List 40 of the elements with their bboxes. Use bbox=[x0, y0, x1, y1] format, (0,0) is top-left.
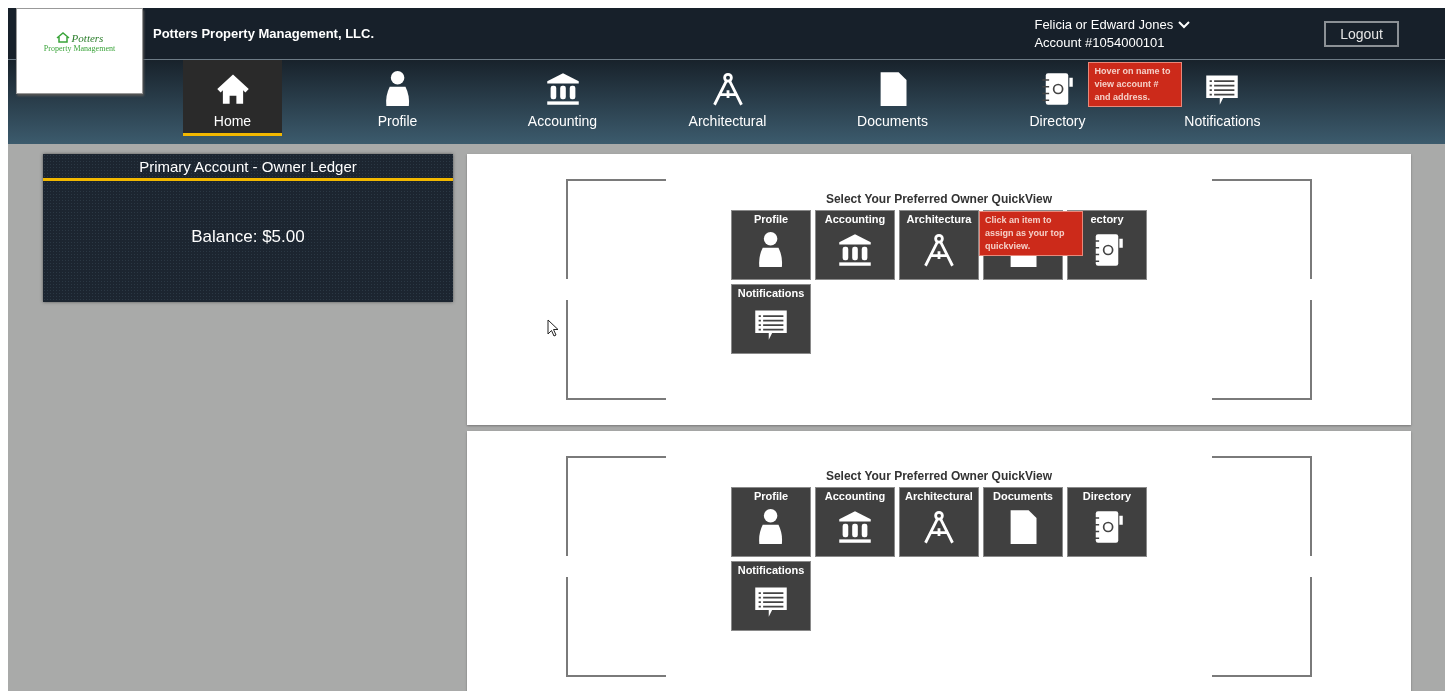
quickview-tile[interactable]: Notifications bbox=[731, 284, 811, 354]
quickview-tile[interactable]: Architectura bbox=[899, 210, 979, 280]
quickview-tile[interactable]: Directory bbox=[1067, 487, 1147, 557]
balance-text: Balance: $5.00 bbox=[190, 227, 306, 247]
address-book-icon bbox=[1039, 71, 1076, 107]
bank-icon bbox=[837, 509, 873, 545]
user-name-menu[interactable]: Felicia or Edward Jones bbox=[1034, 17, 1191, 32]
quickview-tile[interactable]: Profile bbox=[731, 487, 811, 557]
ledger-title: Primary Account - Owner Ledger bbox=[43, 154, 453, 181]
person-icon bbox=[384, 71, 411, 107]
nav-tab[interactable]: Accounting bbox=[527, 60, 598, 136]
person-icon bbox=[758, 509, 784, 545]
mouse-pointer-icon bbox=[547, 319, 559, 337]
quickview-tile[interactable]: Notifications bbox=[731, 561, 811, 631]
nav-tab[interactable]: Directory bbox=[1029, 60, 1086, 136]
bank-icon bbox=[837, 232, 873, 268]
account-number: Account #1054000101 bbox=[1034, 35, 1166, 50]
bank-icon bbox=[544, 71, 581, 107]
nav-tab[interactable]: Architectural bbox=[688, 60, 767, 136]
nav-tab[interactable]: Home bbox=[183, 60, 282, 136]
company-name: Potters Property Management, LLC. bbox=[153, 26, 375, 41]
nav-tab[interactable]: Documents bbox=[857, 60, 928, 136]
hint-tooltip: Click an item to assign as your top quickview. bbox=[979, 211, 1083, 256]
quickview-title: Select Your Preferred Owner QuickView bbox=[825, 192, 1053, 206]
house-logo-icon bbox=[55, 32, 70, 43]
quickview-tile[interactable]: Profile bbox=[731, 210, 811, 280]
quickview-tile[interactable]: Architectural bbox=[899, 487, 979, 557]
chevron-down-icon bbox=[1178, 20, 1191, 29]
logo-tagline: Property Management bbox=[43, 43, 116, 53]
quickview-tile[interactable]: Documents bbox=[983, 487, 1063, 557]
logo-name: Potters bbox=[55, 31, 104, 44]
quickview-tile[interactable]: Accounting bbox=[815, 210, 895, 280]
logout-button[interactable]: Logout bbox=[1324, 20, 1399, 47]
nav-tab[interactable]: Profile bbox=[377, 60, 418, 136]
nav-tab[interactable]: Notifications bbox=[1184, 60, 1261, 136]
company-logo[interactable]: Potters Property Management bbox=[16, 8, 143, 94]
quickview-tile[interactable]: Accounting bbox=[815, 487, 895, 557]
hint-tooltip: Hover on name to view account # and address. bbox=[1088, 62, 1183, 107]
quickview-title: Select Your Preferred Owner QuickView bbox=[825, 469, 1053, 483]
person-icon bbox=[758, 232, 784, 268]
